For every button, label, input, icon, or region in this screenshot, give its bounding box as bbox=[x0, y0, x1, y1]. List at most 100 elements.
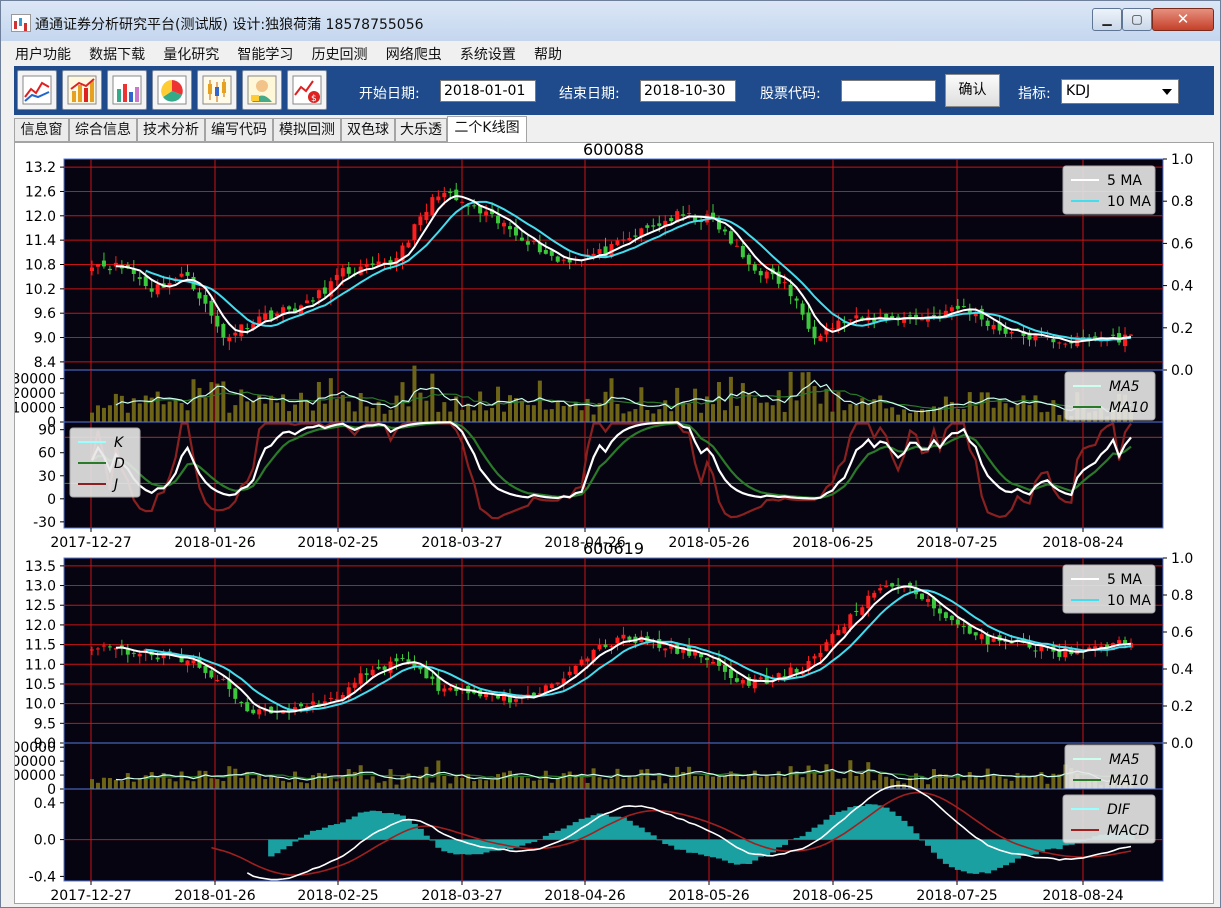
toolbar-button-report[interactable]: $ bbox=[287, 70, 327, 110]
chart0-volume-bar bbox=[472, 410, 477, 422]
stock-code-field[interactable] bbox=[841, 80, 936, 102]
tab-backtest[interactable]: 模拟回测 bbox=[273, 118, 341, 142]
chart1-macd-hist-bar bbox=[865, 804, 872, 840]
toolbar-button-column[interactable] bbox=[107, 70, 147, 110]
chart1-candle-body bbox=[705, 658, 710, 661]
chart0-xtick-label-5: 2018-05-26 bbox=[668, 535, 749, 551]
chart1-volume-bar bbox=[209, 778, 214, 789]
chart1-candle-body bbox=[191, 660, 196, 664]
chart1-xtick-label-1: 2018-01-26 bbox=[174, 888, 255, 903]
chart1-volume-bar bbox=[454, 776, 459, 789]
chart1-volume-bar bbox=[281, 780, 286, 789]
chart1-macd-hist-bar bbox=[351, 816, 359, 840]
chart0-volume-bar bbox=[687, 403, 692, 422]
tab-double-ball[interactable]: 双色球 bbox=[341, 118, 395, 142]
chart1-volume-bar bbox=[478, 779, 483, 789]
tab-info[interactable]: 信息窗 bbox=[14, 118, 69, 142]
chart1-volume-bar bbox=[693, 776, 698, 789]
dual-kline-chart[interactable]: 600088 8.4 9.0 9.6 10.2 10.8 11.4 12.0 12.6 13.2 0… bbox=[15, 143, 1213, 903]
menu-item-download[interactable]: 数据下载 bbox=[89, 44, 145, 64]
user-portrait-icon bbox=[247, 75, 277, 105]
chart1-candle-body bbox=[872, 592, 877, 598]
toolbar-button-line[interactable] bbox=[17, 70, 57, 110]
chart0-volume-bar bbox=[955, 408, 960, 422]
chart1-volume-bar bbox=[358, 765, 363, 789]
menu-item-backtest[interactable]: 历史回测 bbox=[312, 44, 368, 64]
tab-two-kline[interactable]: 二个K线图 bbox=[447, 116, 527, 142]
chart1-volume-bar bbox=[800, 777, 805, 789]
start-date-field[interactable]: 2018-01-01 bbox=[440, 80, 536, 102]
chart1-candle-body bbox=[221, 678, 226, 681]
title-bar[interactable]: 通通证券分析研究平台(测试版) 设计:独狼荷蒲 18578755056 ▁ ▢ … bbox=[1, 1, 1220, 41]
chart1-candle-body bbox=[358, 673, 363, 684]
chart0-rtick-label-1: 0.2 bbox=[1171, 321, 1193, 337]
chart0-ind-ytick-label-0: -30 bbox=[33, 515, 56, 531]
chart0-candle-body bbox=[227, 336, 232, 342]
chart0-candle-body bbox=[107, 268, 112, 271]
chart0-volume-bar bbox=[370, 408, 375, 422]
chart1-ind-ytick-label-2: 0.4 bbox=[34, 796, 56, 812]
app-window: 通通证券分析研究平台(测试版) 设计:独狼荷蒲 18578755056 ▁ ▢ … bbox=[0, 0, 1221, 908]
chart1-macd-hist-bar bbox=[889, 811, 896, 840]
chart0-candle-body bbox=[531, 240, 536, 242]
menu-item-user[interactable]: 用户功能 bbox=[15, 44, 71, 64]
toolbar-button-candle[interactable] bbox=[197, 70, 237, 110]
chart1-volume-bar bbox=[239, 777, 244, 789]
chart1-macd-hist-bar bbox=[936, 839, 944, 859]
chart0-candle-body bbox=[1051, 338, 1056, 343]
chart0-volume-bar bbox=[197, 387, 202, 422]
confirm-button[interactable]: 确认 bbox=[945, 74, 1000, 107]
chart0-candle-body bbox=[418, 216, 423, 226]
chart1-volume-bar bbox=[537, 779, 542, 789]
toolbar-button-user[interactable] bbox=[242, 70, 282, 110]
tab-technical[interactable]: 技术分析 bbox=[137, 118, 205, 142]
tab-code[interactable]: 编写代码 bbox=[205, 118, 273, 142]
chart1-macd-hist-bar bbox=[447, 839, 454, 853]
column-chart-icon bbox=[112, 75, 142, 105]
menu-item-help[interactable]: 帮助 bbox=[534, 44, 562, 64]
chart1-volume-bar bbox=[185, 780, 190, 789]
chart1-candle-body bbox=[991, 638, 996, 642]
chart1-ind-ytick-label-1: 0.0 bbox=[34, 833, 56, 849]
end-date-field[interactable]: 2018-10-30 bbox=[640, 80, 736, 102]
maximize-button[interactable]: ▢ bbox=[1122, 8, 1152, 31]
chart0-candle-body bbox=[722, 229, 727, 232]
close-button[interactable]: ✕ bbox=[1152, 8, 1214, 31]
chart0-candle-body bbox=[758, 271, 763, 276]
chart0-candle-body bbox=[406, 242, 411, 248]
chart1-macd-hist-bar bbox=[823, 819, 830, 840]
toolbar-button-pie[interactable] bbox=[152, 70, 192, 110]
chart1-volume-bar bbox=[191, 781, 196, 789]
tab-overview[interactable]: 综合信息 bbox=[69, 118, 137, 142]
chart1-candle-body bbox=[597, 645, 602, 650]
chart1-candle-body bbox=[90, 649, 94, 651]
bar-chart-icon bbox=[67, 75, 97, 105]
chart0-volume-bar bbox=[740, 383, 745, 422]
chart1-macd-hist-bar bbox=[333, 824, 341, 840]
chart0-volume-bar bbox=[352, 411, 357, 422]
menu-item-settings[interactable]: 系统设置 bbox=[460, 44, 516, 64]
chart1-volume-bar bbox=[263, 779, 268, 789]
chart0-volume-bar bbox=[185, 410, 190, 422]
chart0-volume-bar bbox=[549, 409, 554, 422]
menu-item-crawler[interactable]: 网络爬虫 bbox=[386, 44, 442, 64]
tab-lotto[interactable]: 大乐透 bbox=[395, 118, 447, 142]
chart1-candle-body bbox=[496, 695, 501, 699]
chart1-macd-hist-bar bbox=[309, 830, 317, 840]
chart0-candle-body bbox=[794, 298, 799, 301]
minimize-button[interactable]: ▁ bbox=[1092, 8, 1122, 31]
menu-item-ai[interactable]: 智能学习 bbox=[237, 44, 293, 64]
chart1-candle-body bbox=[430, 676, 435, 679]
chart1-price-ytick-label-1: 9.5 bbox=[34, 716, 56, 732]
chart0-volume-bar bbox=[967, 392, 972, 422]
stock-code-label: 股票代码: bbox=[760, 86, 821, 102]
toolbar-button-bar[interactable] bbox=[62, 70, 102, 110]
menu-item-quant[interactable]: 量化研究 bbox=[163, 44, 219, 64]
chart0-candle-body bbox=[1111, 334, 1116, 336]
chart0-volume-bar bbox=[143, 395, 148, 422]
indicator-select[interactable]: KDJ bbox=[1061, 79, 1179, 104]
chart0-volume-bar bbox=[1057, 414, 1062, 422]
chart0-volume-bar bbox=[764, 402, 769, 422]
chart1-candle-body bbox=[101, 645, 106, 647]
chart0-volume-bar bbox=[424, 400, 429, 422]
